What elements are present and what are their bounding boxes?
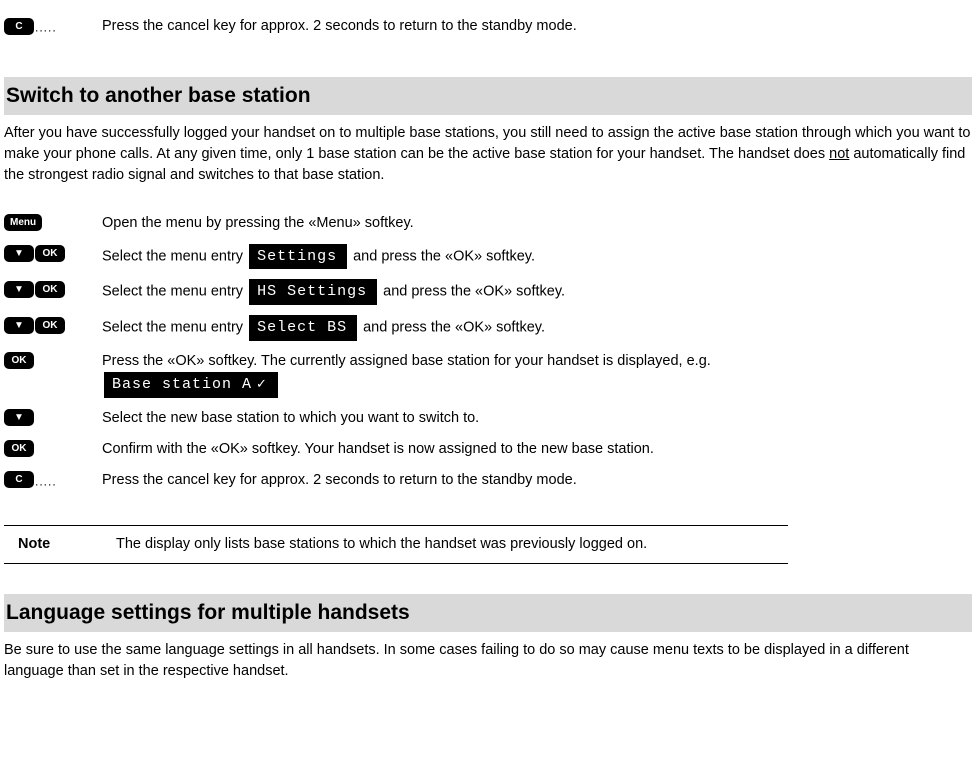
key-cell: OK xyxy=(4,244,102,270)
key-down-icon xyxy=(4,317,34,334)
key-cell: OK xyxy=(4,315,102,341)
step-row: OK Press the «OK» softkey. The currently… xyxy=(4,351,782,398)
switch-intro-pre: After you have successfully logged your … xyxy=(4,125,970,162)
step-text: Select the menu entry HS Settings and pr… xyxy=(102,279,782,305)
step-text-pre: Select the menu entry xyxy=(102,248,247,264)
key-down-icon xyxy=(4,245,34,262)
hold-dots: ..... xyxy=(35,474,57,488)
step-text: Select the menu entry Select BS and pres… xyxy=(102,315,782,341)
step-text: Confirm with the «OK» softkey. Your hand… xyxy=(102,439,782,460)
screen-text: Base station A xyxy=(112,376,252,393)
note-label: Note xyxy=(4,534,116,555)
screen-settings: Settings xyxy=(249,244,347,270)
step-text: Press the cancel key for approx. 2 secon… xyxy=(102,470,782,491)
step-text-pre: Select the menu entry xyxy=(102,284,247,300)
screen-base-station-a: Base station A ✓ xyxy=(104,372,278,398)
screen-hs-settings: HS Settings xyxy=(249,279,377,305)
key-cell xyxy=(4,408,102,429)
step-text: Press the «OK» softkey. The currently as… xyxy=(102,351,782,398)
step-row: C..... Press the cancel key for approx. … xyxy=(4,16,577,37)
check-icon: ✓ xyxy=(256,376,268,391)
key-menu-icon: Menu xyxy=(4,214,42,231)
key-cell: Menu xyxy=(4,213,102,234)
key-ok-icon: OK xyxy=(35,245,65,262)
key-cell: C..... xyxy=(4,470,102,491)
key-down-icon xyxy=(4,281,34,298)
step-text: Open the menu by pressing the «Menu» sof… xyxy=(102,213,782,234)
switch-intro-paragraph: After you have successfully logged your … xyxy=(4,123,972,186)
switch-steps: Menu Open the menu by pressing the «Menu… xyxy=(4,203,782,501)
step-row: OK Select the menu entry Select BS and p… xyxy=(4,315,782,341)
step-row: Select the new base station to which you… xyxy=(4,408,782,429)
key-cell: OK xyxy=(4,279,102,305)
step-text: Select the menu entry Settings and press… xyxy=(102,244,782,270)
key-ok-icon: OK xyxy=(4,352,34,369)
step-text-post: and press the «OK» softkey. xyxy=(359,320,545,336)
screen-select-bs: Select BS xyxy=(249,315,357,341)
step-text-post: and press the «OK» softkey. xyxy=(349,248,535,264)
step-text-post: and press the «OK» softkey. xyxy=(379,284,565,300)
step-text: Select the new base station to which you… xyxy=(102,408,782,429)
heading-switch-base: Switch to another base station xyxy=(4,77,972,115)
key-cell: OK xyxy=(4,439,102,460)
step-row: OK Select the menu entry Settings and pr… xyxy=(4,244,782,270)
key-c-icon: C xyxy=(4,471,34,488)
language-paragraph: Be sure to use the same language setting… xyxy=(4,640,972,682)
key-cell: OK xyxy=(4,351,102,398)
switch-intro-not: not xyxy=(829,146,849,162)
key-ok-icon: OK xyxy=(4,440,34,457)
note-text: The display only lists base stations to … xyxy=(116,534,647,555)
key-c-icon: C xyxy=(4,18,34,35)
intro-step-block: C..... Press the cancel key for approx. … xyxy=(4,6,577,47)
step-text: Press the cancel key for approx. 2 secon… xyxy=(102,16,577,37)
step-text-pre: Press the «OK» softkey. The currently as… xyxy=(102,353,711,369)
step-row: C..... Press the cancel key for approx. … xyxy=(4,470,782,491)
step-row: OK Confirm with the «OK» softkey. Your h… xyxy=(4,439,782,460)
key-ok-icon: OK xyxy=(35,281,65,298)
step-text-pre: Select the menu entry xyxy=(102,320,247,336)
hold-dots: ..... xyxy=(35,21,57,35)
heading-language-settings: Language settings for multiple handsets xyxy=(4,594,972,632)
note-box: Note The display only lists base station… xyxy=(4,525,788,564)
step-row: OK Select the menu entry HS Settings and… xyxy=(4,279,782,305)
key-down-icon xyxy=(4,409,34,426)
key-cell: C..... xyxy=(4,16,102,37)
key-ok-icon: OK xyxy=(35,317,65,334)
step-row: Menu Open the menu by pressing the «Menu… xyxy=(4,213,782,234)
